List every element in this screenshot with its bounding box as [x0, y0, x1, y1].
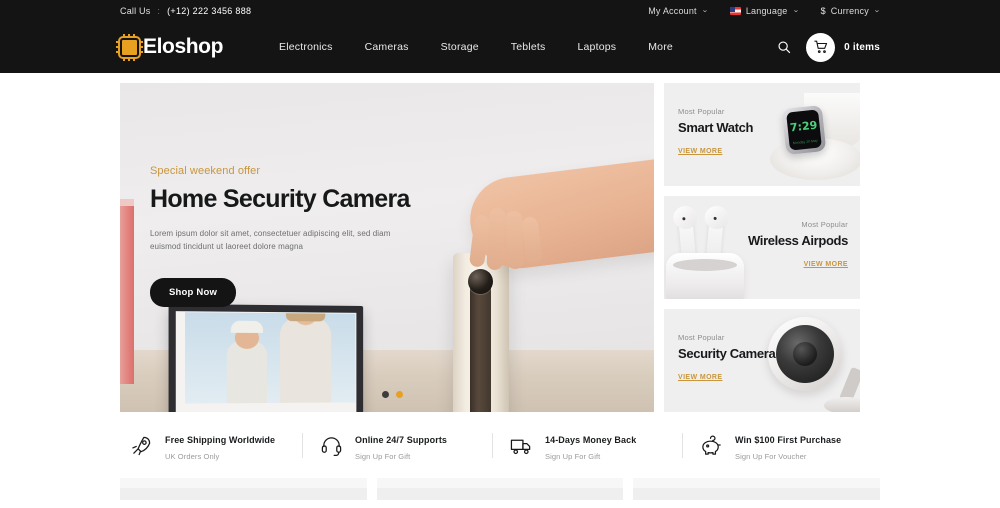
photo-frame-object	[168, 303, 364, 412]
security-camera-object	[453, 253, 509, 412]
nav-item-laptops[interactable]: Laptops	[577, 41, 616, 53]
feature-title: 14-Days Money Back	[545, 435, 637, 445]
feature-subtitle: Sign Up For Gift	[355, 452, 411, 461]
promo-kicker: Most Popular	[678, 107, 725, 116]
view-more-link[interactable]: VIEW MORE	[678, 148, 722, 155]
promo-title: Smart Watch	[678, 120, 754, 135]
hero-description: Lorem ipsum dolor sit amet, consectetuer…	[150, 228, 391, 251]
rocket-icon	[128, 433, 154, 459]
cart-icon	[806, 32, 836, 62]
book-object	[120, 199, 134, 384]
product-card-placeholder[interactable]	[376, 478, 624, 500]
currency-symbol: $	[820, 5, 826, 16]
hero-title: Home Security Camera	[150, 185, 410, 213]
chevron-down-icon: ⌄	[701, 7, 709, 14]
language-label: Language	[745, 5, 788, 16]
feature-subtitle: Sign Up For Gift	[545, 452, 601, 461]
feature-subtitle: UK Orders Only	[165, 452, 220, 461]
logo-text: Eloshop	[143, 35, 224, 58]
nav-item-more[interactable]: More	[648, 41, 673, 53]
watch-time: 7:29	[789, 118, 818, 135]
site-header: Eloshop Electronics Cameras Storage Tebl…	[0, 21, 1000, 73]
nav-item-cameras[interactable]: Cameras	[365, 41, 409, 53]
promo-kicker: Most Popular	[678, 333, 725, 342]
promo-cards: 7:29 Monday 20 May Most Popular Smart Wa…	[664, 83, 860, 412]
shop-now-button[interactable]: Shop Now	[150, 277, 237, 307]
truck-icon	[508, 433, 534, 459]
promo-card-security-camera[interactable]: Most Popular Security Camera VIEW MORE	[664, 309, 860, 412]
product-card-placeholder[interactable]	[120, 478, 367, 500]
chevron-down-icon: ⌄	[791, 7, 800, 14]
feature-subtitle: Sign Up For Voucher	[735, 452, 807, 461]
promo-title: Wireless Airpods	[748, 233, 848, 248]
feature-money-back: 14-Days Money Back Sign Up For Gift	[492, 430, 690, 461]
carousel-dot-2[interactable]	[396, 391, 403, 398]
phone-number: (+12) 222 3456 888	[167, 5, 252, 16]
header-actions: 0 items	[775, 32, 880, 62]
hero-content: Special weekend offer Home Security Came…	[150, 165, 425, 307]
cart-item-count: 0 items	[844, 41, 880, 53]
piggy-bank-icon	[698, 433, 724, 459]
feature-title: Online 24/7 Supports	[355, 435, 448, 445]
search-icon[interactable]	[775, 38, 793, 56]
promo-title: Security Camera	[678, 346, 776, 361]
feature-online-support: Online 24/7 Supports Sign Up For Gift	[302, 430, 500, 461]
carousel-dot-1[interactable]	[382, 391, 389, 398]
top-bar-right: My Account ⌄ Language ⌄ $ Currency ⌄	[648, 6, 880, 16]
watch-date: Monday 20 May	[792, 138, 818, 146]
promo-kicker: Most Popular	[801, 220, 848, 229]
page-root: Call Us : (+12) 222 3456 888 My Account …	[0, 0, 1000, 508]
hero-banner[interactable]: Special weekend offer Home Security Came…	[120, 83, 654, 412]
my-account-label: My Account	[648, 5, 697, 16]
flag-icon	[729, 6, 741, 15]
language-menu[interactable]: Language ⌄	[729, 5, 800, 16]
smart-watch-image: 7:29 Monday 20 May	[758, 87, 860, 186]
view-more-link[interactable]: VIEW MORE	[804, 261, 848, 268]
call-us-block: Call Us : (+12) 222 3456 888	[120, 6, 251, 16]
currency-label: Currency	[830, 5, 869, 16]
call-us-separator: :	[157, 5, 161, 16]
top-utility-bar: Call Us : (+12) 222 3456 888 My Account …	[0, 0, 1000, 21]
feature-title: Free Shipping Worldwide	[165, 435, 276, 445]
product-grid-peek	[120, 478, 881, 500]
headset-icon	[318, 433, 344, 459]
product-card-placeholder[interactable]	[633, 478, 881, 500]
hero-eyebrow: Special weekend offer	[150, 165, 261, 177]
feature-first-purchase: Win $100 First Purchase Sign Up For Vouc…	[682, 430, 880, 461]
main-content: Special weekend offer Home Security Came…	[120, 73, 880, 412]
nav-item-storage[interactable]: Storage	[441, 41, 479, 53]
nav-item-teblets[interactable]: Teblets	[511, 41, 546, 53]
chip-icon	[116, 33, 143, 61]
chevron-down-icon: ⌄	[873, 7, 881, 14]
main-navigation: Electronics Cameras Storage Teblets Lapt…	[279, 41, 673, 53]
promo-card-wireless-airpods[interactable]: Most Popular Wireless Airpods VIEW MORE	[664, 196, 860, 299]
feature-free-shipping: Free Shipping Worldwide UK Orders Only	[120, 430, 310, 461]
cart-button[interactable]: 0 items	[806, 32, 880, 62]
my-account-menu[interactable]: My Account ⌄	[648, 6, 708, 16]
promo-card-smart-watch[interactable]: 7:29 Monday 20 May Most Popular Smart Wa…	[664, 83, 860, 186]
feature-title: Win $100 First Purchase	[735, 435, 842, 445]
view-more-link[interactable]: VIEW MORE	[678, 374, 722, 381]
call-us-label: Call Us	[120, 5, 151, 16]
currency-menu[interactable]: $ Currency ⌄	[820, 5, 881, 16]
logo[interactable]: Eloshop	[116, 33, 224, 61]
features-bar: Free Shipping Worldwide UK Orders Only O…	[120, 430, 880, 461]
carousel-dots	[382, 391, 403, 398]
nav-item-electronics[interactable]: Electronics	[279, 41, 333, 53]
